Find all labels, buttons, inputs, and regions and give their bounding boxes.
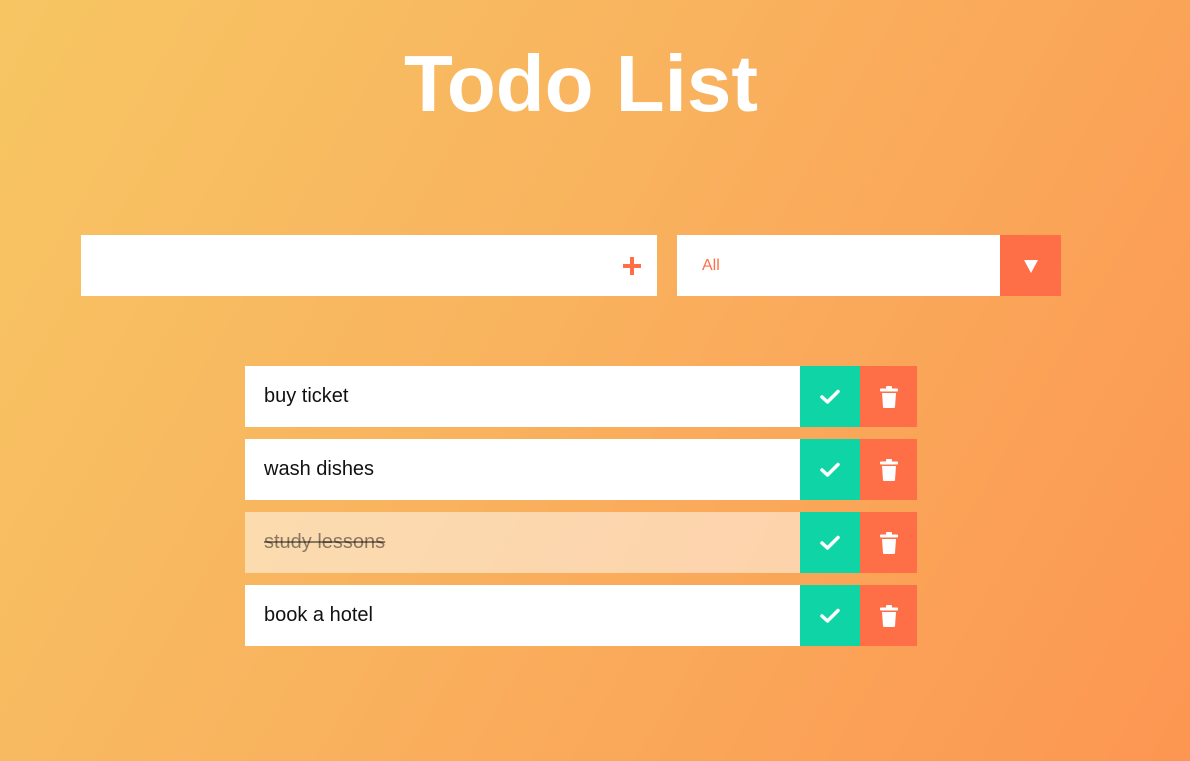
check-icon bbox=[820, 462, 840, 477]
todo-input[interactable] bbox=[81, 235, 601, 296]
add-todo-button[interactable] bbox=[607, 235, 657, 296]
trash-icon bbox=[879, 458, 898, 481]
page-title: Todo List bbox=[404, 39, 758, 128]
trash-icon bbox=[879, 531, 898, 554]
todo-text: study lessons bbox=[264, 531, 386, 553]
plus-icon bbox=[623, 256, 641, 275]
check-icon bbox=[820, 389, 840, 404]
delete-button[interactable] bbox=[860, 366, 917, 427]
todo-form bbox=[81, 235, 657, 296]
complete-button[interactable] bbox=[800, 585, 860, 646]
todo-text: buy ticket bbox=[264, 385, 349, 407]
filter-dropdown-button[interactable] bbox=[1000, 235, 1061, 296]
trash-icon bbox=[879, 604, 898, 627]
todo-item: study lessons bbox=[245, 512, 917, 573]
check-icon bbox=[820, 535, 840, 550]
todo-text: wash dishes bbox=[264, 458, 375, 480]
trash-icon bbox=[879, 385, 898, 408]
complete-button[interactable] bbox=[800, 512, 860, 573]
delete-button[interactable] bbox=[860, 439, 917, 500]
delete-button[interactable] bbox=[860, 512, 917, 573]
todo-text: book a hotel bbox=[264, 604, 373, 626]
triangle-down-icon bbox=[1023, 259, 1038, 273]
todo-list: buy ticket wash dishes study lessons boo… bbox=[245, 366, 917, 658]
delete-button[interactable] bbox=[860, 585, 917, 646]
filter-selected-value: All bbox=[702, 257, 720, 274]
todo-item: buy ticket bbox=[245, 366, 917, 427]
filter-select[interactable]: All bbox=[677, 235, 1061, 296]
complete-button[interactable] bbox=[800, 439, 860, 500]
complete-button[interactable] bbox=[800, 366, 860, 427]
check-icon bbox=[820, 608, 840, 623]
todo-item: wash dishes bbox=[245, 439, 917, 500]
todo-item: book a hotel bbox=[245, 585, 917, 646]
